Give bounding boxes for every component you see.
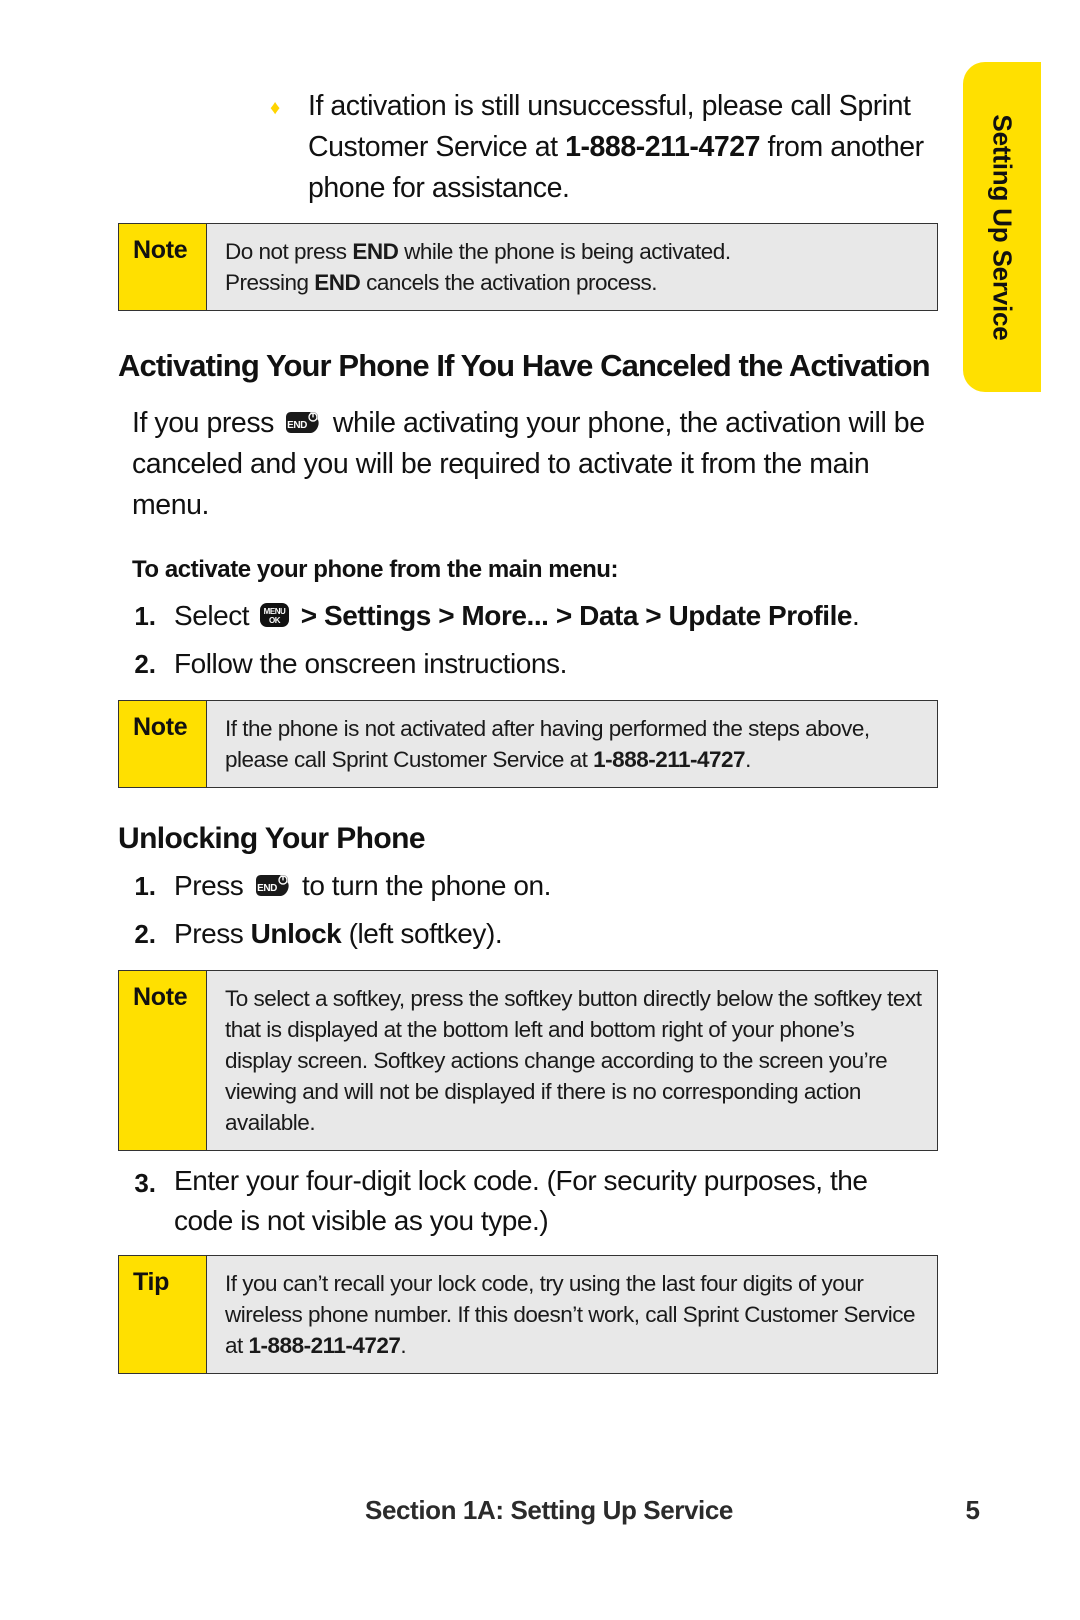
step-activate-2: 2. Follow the onscreen instructions. bbox=[118, 642, 938, 686]
bullet-phone-number: 1-888-211-4727 bbox=[565, 131, 761, 163]
bullet-item: ♦ If activation is still unsuccessful, p… bbox=[118, 86, 938, 209]
step-text: Press Unlock (left softkey). bbox=[174, 912, 874, 956]
note-line-2: Pressing END cancels the activation proc… bbox=[225, 267, 731, 298]
svg-text:OK: OK bbox=[269, 616, 281, 625]
note-line1-key: END bbox=[352, 239, 399, 264]
step-number: 2. bbox=[134, 649, 156, 679]
page-title-unlocking: Unlocking Your Phone bbox=[118, 822, 426, 855]
step-activate-1: 1. Select MENU OK > Settings > More... > … bbox=[118, 594, 938, 638]
note-line2-b: cancels the activation process. bbox=[360, 270, 657, 295]
svg-text:END: END bbox=[288, 420, 308, 431]
note-line1-a: Do not press bbox=[225, 239, 353, 264]
side-tab-label: Setting Up Service bbox=[987, 113, 1018, 341]
page-footer: Section 1A: Setting Up Service 5 bbox=[118, 1495, 980, 1526]
step-unlock-2: 2. Press Unlock (left softkey). bbox=[118, 912, 938, 956]
step-text: Select MENU OK > Settings > More... > Dat… bbox=[174, 594, 874, 638]
tip-label: Tip bbox=[119, 1256, 207, 1373]
paragraph-text-before-icon: If you press bbox=[132, 407, 282, 439]
svg-text:END: END bbox=[257, 883, 277, 894]
side-tab-setting-up-service: Setting Up Service bbox=[963, 62, 1041, 392]
page-title-activating: Activating Your Phone If You Have Cancel… bbox=[118, 348, 931, 383]
step-softkey-name: Unlock bbox=[250, 918, 342, 949]
note-label: Note bbox=[119, 701, 207, 787]
step-text-after-bold: (left softkey). bbox=[341, 918, 503, 949]
diamond-bullet-icon: ♦ bbox=[270, 97, 281, 119]
note-line2-key: END bbox=[314, 270, 361, 295]
note-box-not-activated: Note If the phone is not activated after… bbox=[118, 700, 938, 788]
svg-text:MENU: MENU bbox=[264, 607, 286, 616]
lead-in-activate: To activate your phone from the main men… bbox=[132, 556, 619, 583]
note-line-1: Do not press END while the phone is bein… bbox=[225, 236, 731, 267]
footer-page-number: 5 bbox=[965, 1495, 980, 1525]
step-text: Follow the onscreen instructions. bbox=[174, 648, 567, 679]
step-text: Press END to turn the phone on. bbox=[174, 864, 874, 908]
menu-ok-key-icon: MENU OK bbox=[259, 598, 290, 627]
tip-text-b: . bbox=[400, 1333, 407, 1358]
note-label: Note bbox=[119, 224, 207, 310]
step-text-after: . bbox=[852, 600, 860, 631]
step-number: 3. bbox=[134, 1168, 156, 1198]
step-menu-path: > Settings > More... > Data > Update Pro… bbox=[293, 600, 853, 631]
note-box-softkey: Note To select a softkey, press the soft… bbox=[118, 970, 938, 1151]
step-text-after-icon: to turn the phone on. bbox=[294, 870, 551, 901]
note-label: Note bbox=[119, 971, 207, 1150]
tip-body: If you can’t recall your lock code, try … bbox=[207, 1256, 937, 1373]
note-line1-b: while the phone is being activated. bbox=[398, 239, 731, 264]
page-content: ♦ If activation is still unsuccessful, p… bbox=[118, 86, 938, 1384]
step-text: Enter your four-digit lock code. (For se… bbox=[174, 1165, 868, 1236]
step-text-before-icon: Press bbox=[174, 870, 251, 901]
step-number: 2. bbox=[134, 919, 156, 949]
tip-box-lock-code: Tip If you can’t recall your lock code, … bbox=[118, 1255, 938, 1374]
manual-page: Setting Up Service ♦ If activation is st… bbox=[0, 0, 1080, 1620]
note-phone-number: 1-888-211-4727 bbox=[593, 747, 746, 772]
step-text-before-bold: Press bbox=[174, 918, 251, 949]
note-body: To select a softkey, press the softkey b… bbox=[225, 986, 922, 1135]
step-unlock-3: 3. Enter your four-digit lock code. (For… bbox=[118, 1161, 938, 1241]
step-unlock-1: 1. Press END to turn the phone on. bbox=[118, 864, 938, 908]
note-text-a: If the phone is not activated after havi… bbox=[225, 716, 870, 772]
tip-phone-number: 1-888-211-4727 bbox=[248, 1333, 401, 1358]
note-line2-a: Pressing bbox=[225, 270, 315, 295]
bullet-text: If activation is still unsuccessful, ple… bbox=[298, 86, 938, 209]
step-number: 1. bbox=[134, 871, 156, 901]
step-text-before-icon: Select bbox=[174, 600, 257, 631]
footer-section-title: Section 1A: Setting Up Service bbox=[365, 1495, 733, 1525]
paragraph-activating: If you press END while activating your p… bbox=[118, 403, 938, 526]
step-number: 1. bbox=[134, 601, 156, 631]
note-body: If the phone is not activated after havi… bbox=[207, 701, 937, 787]
note-box-activation: Note Do not press END while the phone is… bbox=[118, 223, 938, 311]
note-text-b: . bbox=[745, 747, 751, 772]
note-body: Do not press END while the phone is bein… bbox=[207, 224, 745, 310]
end-key-icon: END bbox=[284, 407, 322, 433]
end-key-icon: END bbox=[254, 868, 292, 896]
